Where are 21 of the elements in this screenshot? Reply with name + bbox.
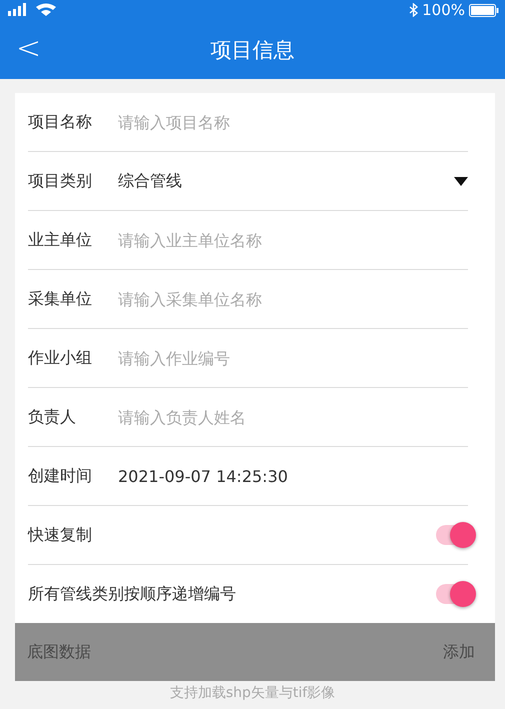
switch-label: 快速复制 — [28, 524, 93, 546]
switch-label: 所有管线类别按顺序递增编号 — [28, 584, 237, 604]
field-label: 采集单位 — [28, 288, 93, 310]
field-label: 负责人 — [28, 406, 77, 428]
battery-icon — [469, 4, 499, 16]
back-button[interactable]: < — [10, 32, 48, 66]
field-label: 项目名称 — [28, 112, 93, 132]
field-label: 创建时间 — [28, 466, 93, 486]
page-title: 项目信息 — [210, 36, 294, 64]
add-button[interactable]: 添加 — [443, 642, 475, 662]
hint-text: 支持加载shp矢量与tif影像 — [168, 686, 336, 701]
section-label: 底图数据 — [27, 642, 91, 662]
field-label: 业主单位 — [28, 230, 93, 250]
bluetooth-icon — [409, 3, 418, 17]
signal-wifi-icon — [8, 3, 58, 17]
dropdown[interactable]: 综合管线 — [118, 170, 468, 192]
field-value: 2021-09-07 14:25:30 — [118, 466, 288, 486]
battery-text: 100% — [422, 1, 465, 19]
field-label: 作业小组 — [28, 348, 93, 368]
caret-icon — [454, 176, 468, 186]
field-label: 项目类别 — [28, 170, 93, 192]
